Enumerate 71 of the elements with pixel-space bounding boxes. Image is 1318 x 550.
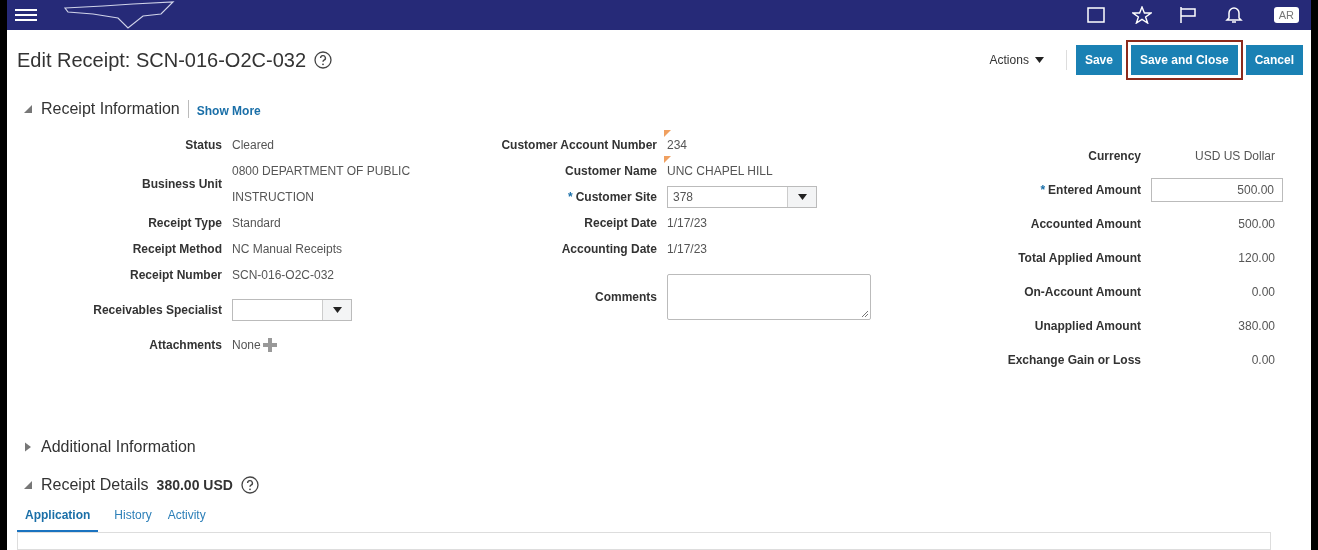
tab[interactable]: Application: [17, 504, 99, 533]
menu-icon[interactable]: [15, 9, 37, 21]
field-value: 120.00: [1237, 251, 1276, 265]
field-label: Customer Account Number: [501, 138, 657, 152]
required-asterisk: *: [567, 190, 573, 204]
field-label: Total Applied Amount: [1018, 251, 1141, 265]
dropdown-arrow-icon: [797, 194, 807, 200]
field-label: Attachments: [149, 338, 222, 352]
toolbar-button[interactable]: Save and Close: [1130, 45, 1238, 75]
section-title[interactable]: Receipt Details: [41, 476, 149, 494]
section-title[interactable]: Receipt Information: [41, 100, 180, 118]
field-value: 0.00: [1250, 285, 1276, 299]
field-value: 0800 DEPARTMENT OF PUBLIC INSTRUCTION: [232, 163, 412, 206]
field-value: Standard: [232, 215, 281, 232]
user-avatar[interactable]: AR: [1273, 7, 1299, 23]
field-label: Currency: [1088, 149, 1141, 163]
show-more-link[interactable]: Show More: [196, 104, 261, 118]
dropdown-field[interactable]: [232, 299, 352, 321]
field-value: 500.00: [1237, 217, 1276, 231]
star-icon[interactable]: [1131, 6, 1152, 24]
field-value: 380.00: [1237, 319, 1276, 333]
section-title[interactable]: Additional Information: [41, 438, 196, 456]
page-title: Edit Receipt: SCN-016-O2C-032: [17, 48, 306, 72]
dropdown-field[interactable]: 378: [667, 186, 817, 208]
field-value: SCN-016-O2C-032: [232, 267, 335, 284]
square-icon[interactable]: [1085, 6, 1106, 24]
collapse-triangle-icon[interactable]: [23, 480, 33, 490]
collapse-triangle-icon[interactable]: [23, 104, 33, 114]
field-label: Entered Amount: [1048, 183, 1141, 197]
resize-handle-icon: [862, 311, 868, 317]
field-value: Cleared: [232, 137, 275, 154]
amount-total: 380.00 USD: [156, 477, 233, 493]
field-label: Customer Name: [564, 164, 657, 178]
actions-menu[interactable]: Actions: [983, 52, 1050, 68]
toolbar-button[interactable]: Cancel: [1245, 45, 1303, 75]
dropdown-arrow-icon: [332, 307, 342, 313]
tab[interactable]: History: [114, 504, 152, 533]
field-label: Receipt Method: [132, 242, 222, 256]
flag-icon[interactable]: [1177, 6, 1198, 24]
add-icon[interactable]: [262, 338, 277, 352]
comments-field[interactable]: [667, 274, 871, 320]
help-icon[interactable]: [314, 51, 332, 69]
required-asterisk: *: [1040, 183, 1046, 197]
expand-triangle-icon[interactable]: [23, 442, 33, 452]
field-label: Comments: [595, 290, 657, 304]
tab[interactable]: Activity: [167, 504, 206, 533]
field-value: 1/17/23: [667, 215, 708, 232]
field-label: Receipt Date: [584, 216, 657, 230]
amount-field[interactable]: 500.00: [1151, 178, 1283, 202]
field-label: Accounting Date: [561, 242, 657, 256]
bell-icon[interactable]: [1223, 6, 1244, 24]
field-value: None: [232, 338, 261, 352]
field-label: Accounted Amount: [1030, 217, 1141, 231]
field-label: Status: [185, 138, 222, 152]
dropdown-arrow-icon: [1034, 57, 1044, 63]
field-value: 0.00: [1250, 353, 1276, 367]
field-value: 234: [667, 137, 688, 154]
field-label: Exchange Gain or Loss: [1007, 353, 1141, 367]
field-label: Receipt Type: [148, 216, 222, 230]
field-label: Customer Site: [575, 190, 657, 204]
field-label: Business Unit: [142, 177, 222, 191]
field-value: 1/17/23: [667, 241, 708, 258]
toolbar-button[interactable]: Save: [1075, 45, 1122, 75]
field-label: On-Account Amount: [1024, 285, 1141, 299]
field-label: Receipt Number: [129, 268, 222, 282]
field-value: UNC CHAPEL HILL: [667, 163, 773, 180]
help-icon[interactable]: [240, 476, 259, 494]
field-label: Receivables Specialist: [93, 303, 222, 317]
field-value: NC Manual Receipts: [232, 241, 343, 258]
field-value: USD US Dollar: [1194, 149, 1276, 163]
field-label: Unapplied Amount: [1034, 319, 1141, 333]
